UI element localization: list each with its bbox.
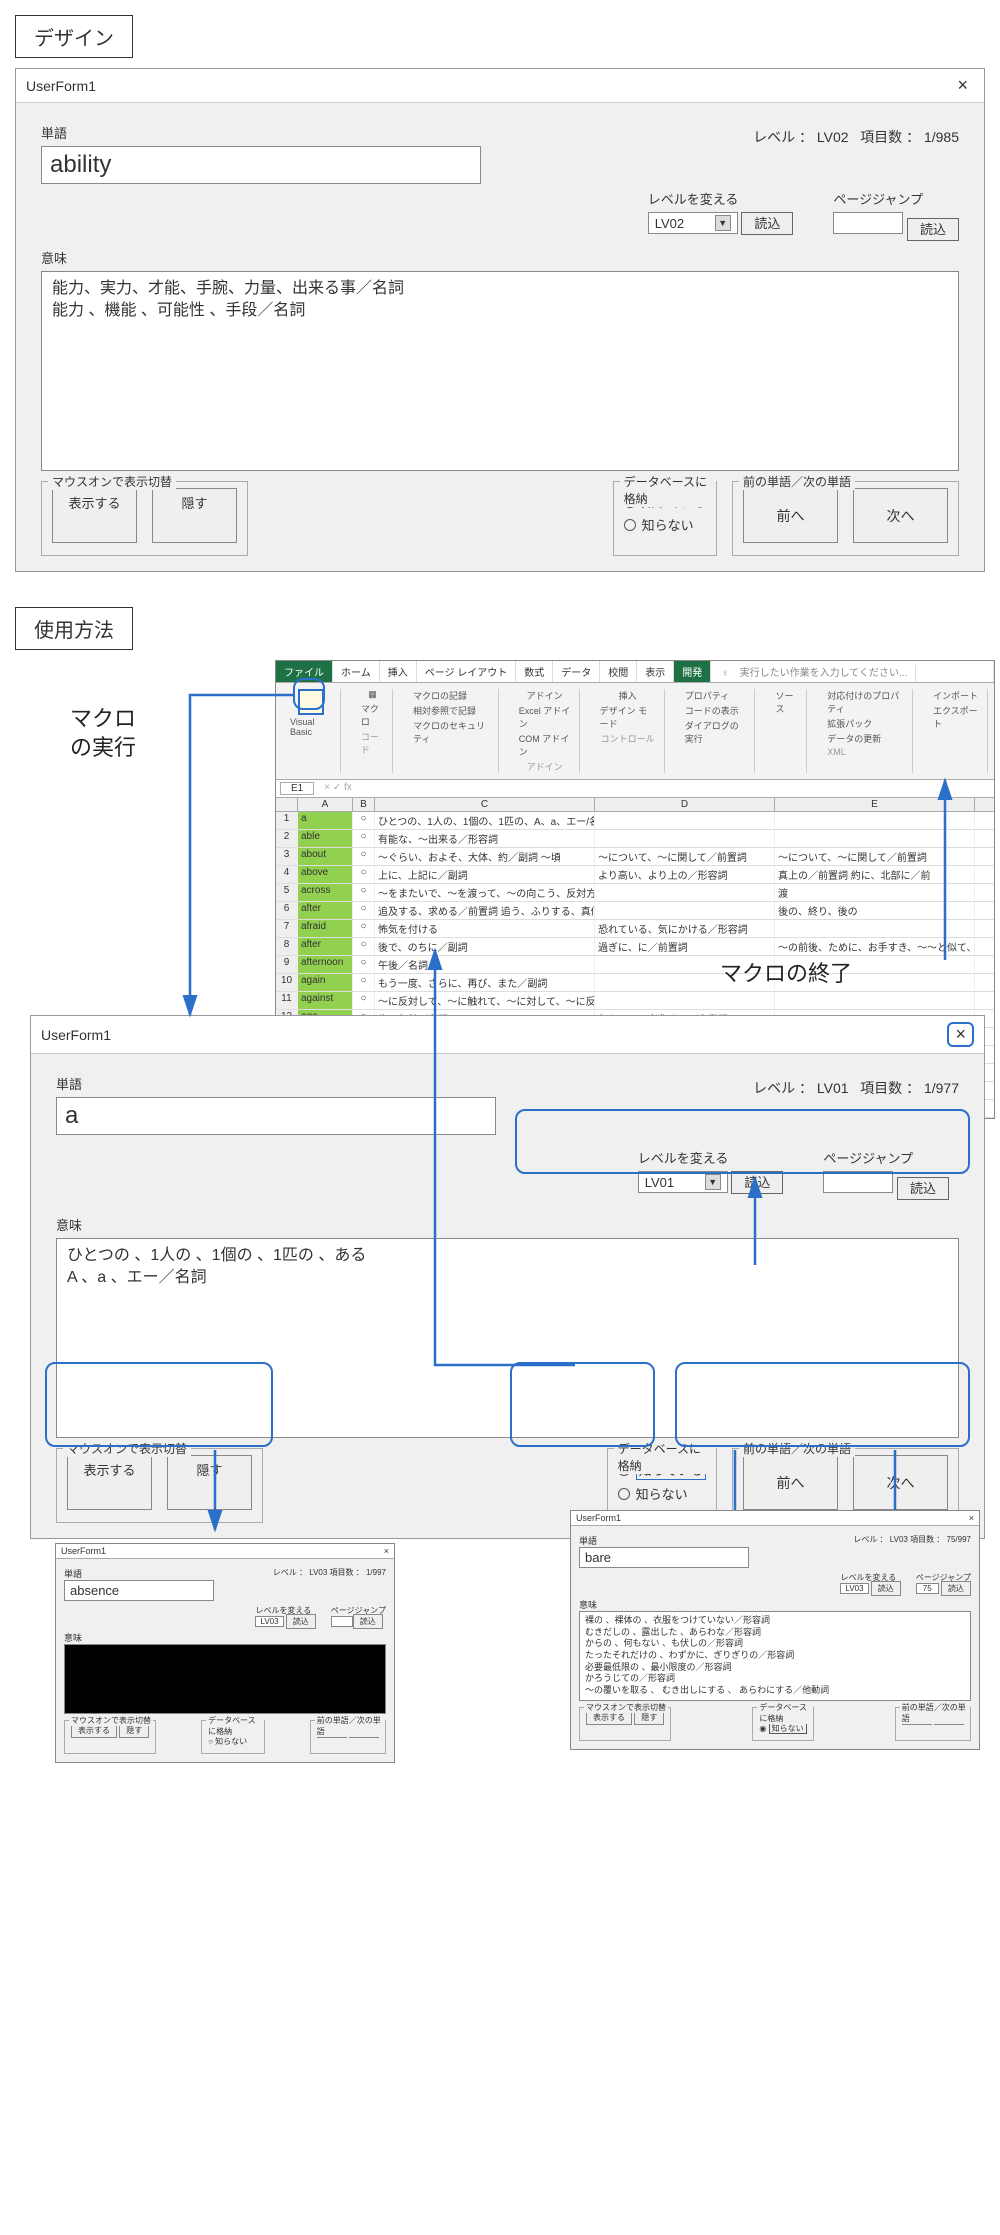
tab-view[interactable]: 表示 <box>637 661 674 682</box>
macro-icon[interactable]: ▦ <box>368 689 377 700</box>
form-title: UserForm1 <box>26 78 96 94</box>
status-text: レベル ： LV02 項目数 ： 1/985 <box>753 127 959 147</box>
close-icon-2[interactable]: × <box>947 1022 974 1047</box>
mini-word-1[interactable]: absence <box>64 1580 214 1601</box>
db-fieldset: データベースに格納 知っている 知らない <box>613 481 717 556</box>
db-legend: データベースに格納 <box>620 473 716 507</box>
mini-word-2[interactable]: bare <box>579 1547 749 1568</box>
prev-button-2[interactable]: 前へ <box>743 1455 838 1510</box>
mini-form-hidden: UserForm1× 単語 absence レベル ： LV03 項目数 ： 1… <box>55 1543 395 1763</box>
excel-row[interactable]: 3about○～ぐらい、およそ、大体、約／副詞 ～頃～について、～に関して／前置… <box>276 848 994 866</box>
section-design-label: デザイン <box>15 15 133 58</box>
tab-formula[interactable]: 数式 <box>516 661 553 682</box>
radio-notknow-2[interactable]: 知らない <box>618 1484 706 1503</box>
chevron-down-icon[interactable]: ▼ <box>715 215 731 231</box>
tab-developer[interactable]: 開発 <box>674 661 711 682</box>
next-button[interactable]: 次へ <box>853 488 948 543</box>
prev-button[interactable]: 前へ <box>743 488 838 543</box>
meaning-textbox[interactable]: 能力、実力、才能、手腕、力量、出来る事／名詞 能力 、機能 、可能性 、手段／名… <box>41 271 959 471</box>
nav-fieldset: 前の単語／次の単語 前へ 次へ <box>732 481 959 556</box>
mini-form-bare: UserForm1× 単語 bare レベル ： LV03 項目数 ： 75/9… <box>570 1510 980 1750</box>
tab-file[interactable]: ファイル <box>276 661 333 682</box>
userform-design: UserForm1 × 単語 ability レベル ： LV02 項目数 ： … <box>15 68 985 572</box>
excel-row[interactable]: 6after○追及する、求める／前置詞 追う、ふりする、真似する／前置詞後の、終… <box>276 902 994 920</box>
hide-button-2[interactable]: 隠す <box>167 1455 252 1510</box>
jump-load-button[interactable]: 読込 <box>907 218 959 241</box>
close-icon-mini2[interactable]: × <box>969 1513 974 1523</box>
excel-row[interactable]: 9afternoon○午後／名詞 <box>276 956 994 974</box>
nav-legend: 前の単語／次の単語 <box>739 473 855 490</box>
show-button-2[interactable]: 表示する <box>67 1455 152 1510</box>
word-input-2[interactable]: a <box>56 1097 496 1135</box>
excel-tabs: ファイル ホーム 挿入 ページ レイアウト 数式 データ 校閲 表示 開発 ♀ … <box>276 661 994 683</box>
level-value: LV02 <box>655 216 684 231</box>
userform-usage: UserForm1 × 単語 a レベル ： LV01 項目数 ： 1/977 … <box>30 1015 985 1539</box>
hide-button[interactable]: 隠す <box>152 488 237 543</box>
next-button-2[interactable]: 次へ <box>853 1455 948 1510</box>
mini-meaning-hidden[interactable] <box>64 1644 386 1714</box>
visual-basic-icon[interactable] <box>298 689 324 715</box>
level-combo[interactable]: LV02 ▼ <box>648 212 738 234</box>
excel-ribbon: Visual Basic ▦ マクロ コード マクロの記録 相対参照で記録 マク… <box>276 683 994 780</box>
section-usage-label: 使用方法 <box>15 607 133 650</box>
toggle-fieldset: マウスオンで表示切替 表示する 隠す <box>41 481 248 556</box>
level-label-2: レベルを変える <box>638 1148 784 1167</box>
level-change-label: レベルを変える <box>648 189 794 208</box>
meaning-textbox-2[interactable]: ひとつの 、1人の 、1個の 、1匹の 、ある A 、a 、エー／名詞 <box>56 1238 959 1438</box>
level-load-button[interactable]: 読込 <box>741 212 793 235</box>
excel-row[interactable]: 8after○後で、のちに／副詞過ぎに、に／前置詞～の前後、ために、お手すき、～… <box>276 938 994 956</box>
tab-layout[interactable]: ページ レイアウト <box>417 661 517 682</box>
mini-meaning-bare[interactable]: 裸の 、裸体の 、衣服をつけていない／形容詞 むきだしの 、露出した 、あらわな… <box>579 1611 971 1701</box>
excel-row[interactable]: 4above○上に、上記に／副詞より高い、より上の／形容詞真上の／前置詞 約に、… <box>276 866 994 884</box>
jump-load-button-2[interactable]: 読込 <box>897 1177 949 1200</box>
tell-me[interactable]: ♀ 実行したい作業を入力してください... <box>711 661 994 682</box>
radio-notknow[interactable]: 知らない <box>624 515 706 534</box>
excel-row[interactable]: 11against○～に反対して、～に触れて、～に対して、～に反して、反範囲、及… <box>276 992 994 1010</box>
close-icon-mini1[interactable]: × <box>384 1546 389 1556</box>
word-input[interactable]: ability <box>41 146 481 184</box>
excel-row[interactable]: 1a○ひとつの、1人の、1個の、1匹の、A、a、エー/名詞 <box>276 812 994 830</box>
meaning-label-2: 意味 <box>56 1215 959 1234</box>
word-label-2: 単語 <box>56 1074 753 1093</box>
tab-review[interactable]: 校閲 <box>600 661 637 682</box>
page-jump-input[interactable] <box>833 212 903 234</box>
page-jump-label: ページジャンプ <box>833 189 959 208</box>
excel-row[interactable]: 7afraid○怖気を付ける恐れている、気にかける／形容詞 <box>276 920 994 938</box>
tab-insert[interactable]: 挿入 <box>380 661 417 682</box>
form-title-2: UserForm1 <box>41 1027 111 1043</box>
excel-row[interactable]: 10again○もう一度、さらに、再び、また／副詞 <box>276 974 994 992</box>
jump-label-2: ページジャンプ <box>823 1148 949 1167</box>
word-label: 単語 <box>41 123 753 142</box>
tab-home[interactable]: ホーム <box>333 661 380 682</box>
page-jump-input-2[interactable] <box>823 1171 893 1193</box>
toggle-legend: マウスオンで表示切替 <box>48 473 176 490</box>
close-icon[interactable]: × <box>951 75 974 96</box>
tab-data[interactable]: データ <box>553 661 600 682</box>
excel-row[interactable]: 2able○有能な、～出来る／形容詞 <box>276 830 994 848</box>
status-text-2: レベル ： LV01 項目数 ： 1/977 <box>753 1078 959 1098</box>
name-box[interactable]: E1 <box>280 782 314 795</box>
chevron-down-icon-2[interactable]: ▼ <box>705 1174 721 1190</box>
meaning-label: 意味 <box>41 248 959 267</box>
annot-macro-run: マクロ の実行 <box>70 705 136 762</box>
excel-row[interactable]: 5across○～をまたいで、～を渡って、～の向こう、反対方向に、～の全域渡 <box>276 884 994 902</box>
show-button[interactable]: 表示する <box>52 488 137 543</box>
level-combo-2[interactable]: LV01 ▼ <box>638 1171 728 1193</box>
toggle-fieldset-2: マウスオンで表示切替 表示する 隠す <box>56 1448 263 1523</box>
level-load-button-2[interactable]: 読込 <box>731 1171 783 1194</box>
